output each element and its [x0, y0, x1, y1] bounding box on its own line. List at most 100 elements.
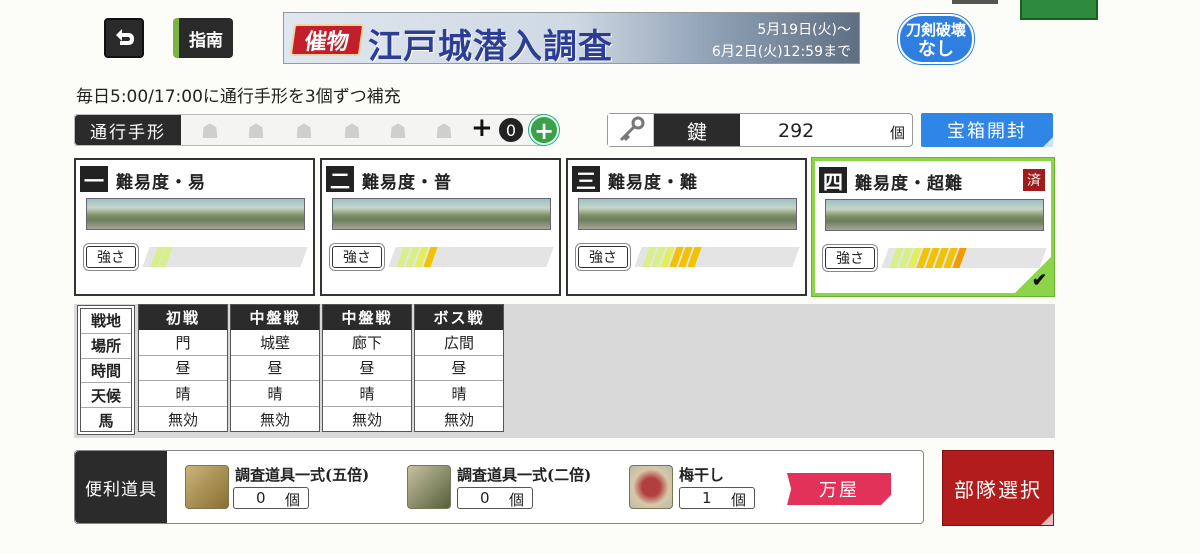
- difficulty-name: 難易度・難: [608, 173, 698, 193]
- difficulty-card-normal[interactable]: 二 難易度・普 強さ: [320, 158, 561, 296]
- battle-column: 中盤戦 廊下 昼 晴 無効: [322, 304, 412, 432]
- item-count-box: 0個: [457, 487, 533, 509]
- item-name: 梅干し: [679, 466, 725, 484]
- pass-empty-icon: ☗: [435, 119, 453, 143]
- pass-empty-icon: ☗: [201, 119, 219, 143]
- pass-bar: 通行手形 ☗ ☗ ☗ ☗ ☗ ☗ + 0 +: [74, 113, 559, 146]
- plus-sign: +: [471, 113, 493, 143]
- battle-info-panel: 戦地 場所 時間 天候 馬 初戦 門 昼 晴 無効 中盤戦 城壁 昼 晴 無効 …: [74, 304, 1055, 438]
- strength-label: 強さ: [332, 246, 382, 268]
- difficulty-number: 四: [819, 167, 847, 194]
- difficulty-card-very-hard[interactable]: 四 難易度・超難 済 強さ ✔: [812, 158, 1054, 296]
- battle-stage-header: 初戦: [139, 305, 227, 330]
- difficulty-number: 三: [572, 166, 600, 193]
- battle-column: 中盤戦 城壁 昼 晴 無効: [230, 304, 320, 432]
- battle-time: 昼: [415, 356, 503, 381]
- guide-label: 指南: [189, 30, 223, 51]
- battle-column: 初戦 門 昼 晴 無効: [138, 304, 228, 432]
- event-tag: 催物: [289, 24, 365, 56]
- item-unit: 個: [730, 491, 746, 509]
- extra-pass-count: 0: [499, 118, 523, 142]
- item-unit: 個: [284, 491, 300, 509]
- survey-kit-5x-icon[interactable]: [185, 465, 229, 509]
- pass-empty-icon: ☗: [295, 119, 313, 143]
- item-count-box: 1個: [679, 487, 755, 509]
- strength-meter: [634, 247, 800, 267]
- add-pass-button[interactable]: +: [529, 115, 559, 145]
- battle-time: 昼: [139, 356, 227, 381]
- open-chest-button[interactable]: 宝箱開封: [921, 113, 1053, 147]
- sword-break-line1: 刀剣破壊: [905, 21, 966, 39]
- pass-label: 通行手形: [75, 115, 181, 145]
- row-header: 戦地: [81, 309, 131, 334]
- refill-notice: 毎日5:00/17:00に通行手形を3個ずつ補充: [76, 87, 401, 107]
- pass-empty-icon: ☗: [389, 119, 407, 143]
- difficulty-name: 難易度・超難: [855, 174, 963, 194]
- battle-time: 昼: [323, 356, 411, 381]
- row-header: 時間: [81, 359, 131, 384]
- item-count: 0: [256, 489, 266, 507]
- key-unit: 個: [890, 124, 906, 142]
- unit-select-button[interactable]: 部隊選択: [942, 450, 1054, 526]
- stage-map-image: [578, 198, 797, 230]
- stage-map-image: [86, 198, 305, 230]
- row-header: 場所: [81, 334, 131, 359]
- item-count: 1: [702, 489, 712, 507]
- key-label: 鍵: [654, 114, 740, 146]
- check-icon: ✔: [1031, 270, 1047, 291]
- back-arrow-icon: [116, 29, 134, 45]
- umeboshi-icon[interactable]: [629, 465, 673, 509]
- event-date-end: 6月2日(火)12:59まで: [711, 44, 851, 60]
- guide-button[interactable]: 指南: [173, 18, 233, 58]
- sword-break-line2: なし: [918, 39, 954, 60]
- items-panel: 便利道具 調査道具一式(五倍) 0個 調査道具一式(二倍) 0個 梅干し 1個 …: [74, 450, 924, 524]
- difficulty-card-easy[interactable]: 一 難易度・易 強さ: [74, 158, 315, 296]
- shop-button[interactable]: 万屋: [787, 473, 891, 505]
- event-title: 江戸城潜入調査: [368, 27, 613, 64]
- battle-place: 門: [139, 330, 227, 356]
- battle-weather: 晴: [323, 381, 411, 407]
- difficulty-name: 難易度・普: [362, 173, 452, 193]
- battle-place: 城壁: [231, 330, 319, 356]
- difficulty-number: 一: [80, 166, 108, 193]
- battle-stage-header: 中盤戦: [231, 305, 319, 330]
- item-count-box: 0個: [233, 487, 309, 509]
- battle-horse: 無効: [351, 410, 382, 429]
- battle-stage-header: 中盤戦: [323, 305, 411, 330]
- event-date-start: 5月19日(火)～: [757, 22, 851, 38]
- top-decoration: [952, 0, 998, 4]
- battle-horse: 無効: [259, 410, 290, 429]
- strength-label: 強さ: [578, 246, 628, 268]
- key-bar: 鍵 292 個: [607, 113, 913, 147]
- battle-weather: 晴: [231, 381, 319, 407]
- item-count: 0: [480, 489, 490, 507]
- item-name: 調査道具一式(二倍): [457, 466, 592, 484]
- difficulty-name: 難易度・易: [116, 173, 206, 193]
- event-banner[interactable]: 催物 江戸城潜入調査 5月19日(火)～ 6月2日(火)12:59まで: [283, 12, 860, 64]
- strength-label: 強さ: [86, 246, 136, 268]
- battle-stage-header: ボス戦: [415, 305, 503, 330]
- battle-horse: 無効: [443, 410, 474, 429]
- battle-weather: 晴: [139, 381, 227, 407]
- items-label: 便利道具: [75, 451, 167, 523]
- row-header: 馬: [98, 412, 114, 431]
- row-header: 天候: [81, 383, 131, 409]
- item-unit: 個: [508, 491, 524, 509]
- top-right-button[interactable]: [1020, 0, 1098, 20]
- battle-time: 昼: [231, 356, 319, 381]
- difficulty-number: 二: [326, 166, 354, 193]
- strength-label: 強さ: [825, 247, 875, 269]
- back-button[interactable]: [104, 18, 144, 58]
- survey-kit-2x-icon[interactable]: [407, 465, 451, 509]
- battle-weather: 晴: [415, 381, 503, 407]
- pass-empty-icon: ☗: [247, 119, 265, 143]
- strength-meter: [142, 247, 308, 267]
- battle-row-headers: 戦地 場所 時間 天候 馬: [80, 308, 132, 432]
- stage-map-image: [332, 198, 551, 230]
- stage-map-image: [825, 199, 1044, 231]
- key-count: 292: [778, 120, 815, 142]
- difficulty-card-hard[interactable]: 三 難易度・難 強さ: [566, 158, 807, 296]
- strength-meter: [388, 247, 554, 267]
- item-name: 調査道具一式(五倍): [235, 466, 370, 484]
- battle-column: ボス戦 広間 昼 晴 無効: [414, 304, 504, 432]
